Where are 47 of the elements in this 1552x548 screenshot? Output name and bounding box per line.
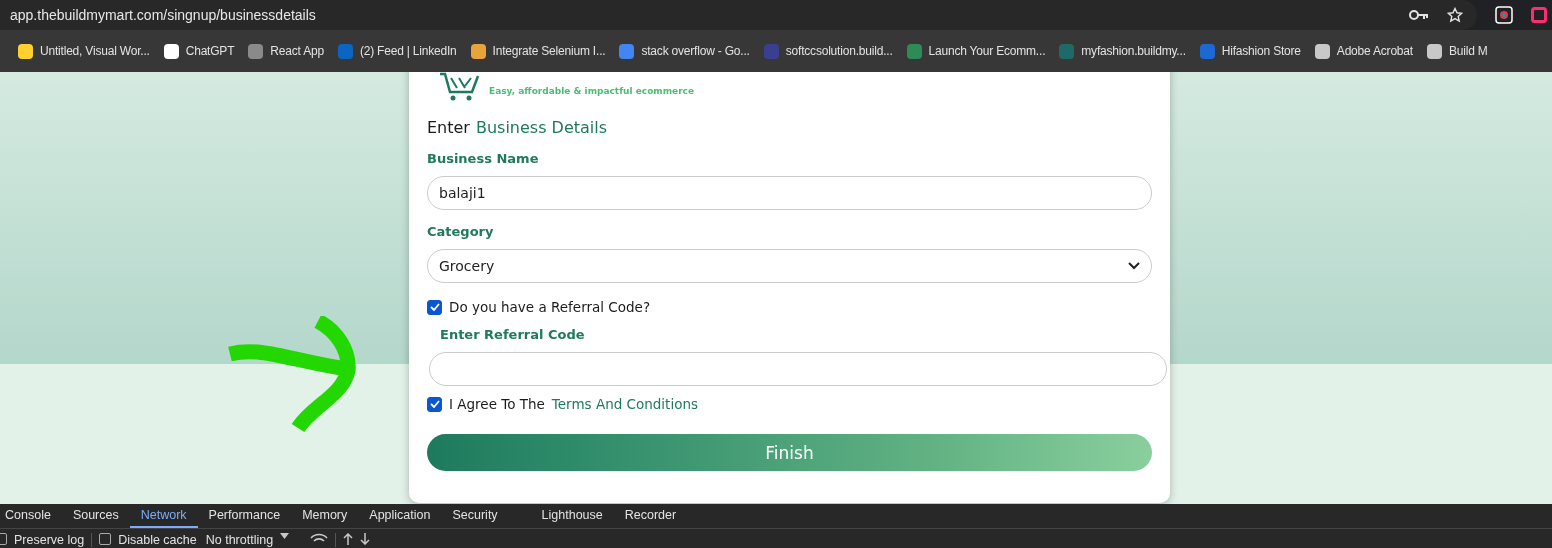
devtools-tab[interactable]: Network [129,504,198,529]
tagline: Easy, affordable & impactful ecommerce [489,86,695,96]
field-label: Enter Referral Code [440,327,586,342]
bookmark-link[interactable]: ChatGPT [185,44,235,58]
bookmark-link[interactable]: myfashion.buildmy... [1081,44,1186,58]
bookmark-link[interactable]: React App [270,44,324,58]
bookmark-link[interactable]: Launch Your Ecomm... [928,44,1046,58]
checkbox[interactable] [427,299,442,315]
bookmark-link[interactable]: Adobe Acrobat [1336,44,1413,58]
checkbox[interactable] [99,533,112,546]
checkbox-label: I Agree To The [449,396,545,412]
bookmark-link[interactable]: Integrate Selenium I... [492,44,606,58]
throttling-dropdown[interactable]: No throttling [205,533,274,548]
download-icon[interactable] [360,533,371,546]
address-url[interactable]: app.thebuildmymart.com/singnup/businessdetails [10,7,316,23]
checkbox-label: Do you have a Referral Code? [449,299,651,315]
upload-icon[interactable] [343,533,354,546]
key-icon[interactable] [1409,9,1429,21]
devtools-tab[interactable]: Recorder [613,504,688,529]
chevron-down-icon [1128,262,1140,270]
devtools-tab[interactable]: Sources [61,504,130,529]
devtools-tab[interactable]: Security [441,504,509,529]
bookmark-link[interactable]: Hifashion Store [1221,44,1301,58]
field-label: Business Name [427,151,540,166]
bookmark-link[interactable]: (2) Feed | LinkedIn [359,44,457,58]
devtools-tab[interactable]: Application [358,504,442,529]
business-name-field[interactable]: balaji1 [427,176,1152,210]
heading-accent: Business Details [475,118,608,137]
cart-logo-icon [439,72,481,102]
referral-code-field[interactable] [429,352,1167,386]
devtools-tab[interactable]: Console [0,504,62,529]
checkbox[interactable] [427,396,442,412]
caret-icon[interactable] [280,533,290,540]
field-label: Category [427,224,495,239]
terms-link[interactable]: Terms And Conditions [551,396,698,412]
devtools-tab[interactable]: Performance [197,504,292,529]
bookmark-link[interactable]: Build M [1448,44,1488,58]
heading-text: Enter [427,118,470,137]
category-select[interactable]: Grocery [427,249,1152,283]
checkbox-label: Disable cache [118,533,197,548]
devtools-tab[interactable]: Lighthouse [530,504,614,529]
star-icon[interactable] [1447,7,1463,23]
bookmark-link[interactable]: Untitled, Visual Wor... [40,44,150,58]
bookmark-link[interactable]: softccsolution.build... [785,44,893,58]
devtools-tab[interactable]: Memory [291,504,359,529]
bookmark-link[interactable]: stack overflow - Go... [641,44,750,58]
checkbox-label: Preserve log [14,533,85,548]
